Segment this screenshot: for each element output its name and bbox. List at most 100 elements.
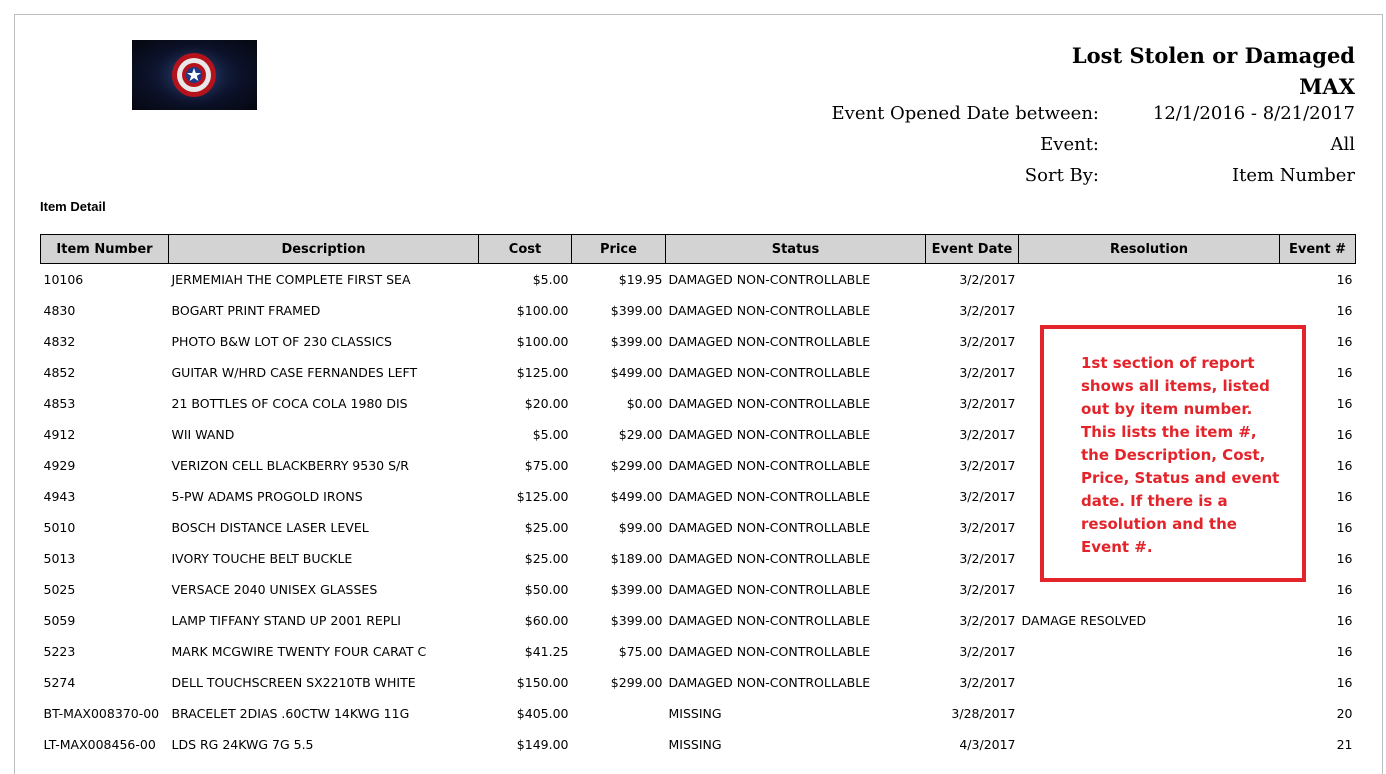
cell-cost: $20.00	[524, 396, 569, 411]
cell-item-number: 5274	[43, 675, 76, 690]
cell-resolution	[1019, 667, 1280, 698]
cell-event-date: 3/2/2017	[959, 489, 1016, 504]
cell-cost: $25.00	[524, 551, 569, 566]
cell-status: DAMAGED NON-CONTROLLABLE	[668, 396, 871, 411]
cell-event-number: 16	[1336, 675, 1353, 690]
event-value: All	[1330, 134, 1355, 155]
cell-cost: $50.00	[524, 582, 569, 597]
cell-event-date: 3/2/2017	[959, 365, 1016, 380]
cell-description: GUITAR W/HRD CASE FERNANDES LEFT	[171, 365, 418, 380]
cell-cost: $125.00	[516, 489, 569, 504]
cell-event-date: 4/3/2017	[959, 737, 1016, 752]
cell-description: PHOTO B&W LOT OF 230 CLASSICS	[171, 334, 392, 349]
shield-logo-icon	[132, 40, 257, 110]
cell-description: IVORY TOUCHE BELT BUCKLE	[171, 551, 353, 566]
cell-cost: $25.00	[524, 520, 569, 535]
cell-item-number: 5059	[43, 613, 76, 628]
cell-cost: $41.25	[524, 644, 569, 659]
event-label: Event:	[1040, 134, 1099, 155]
cell-status: DAMAGED NON-CONTROLLABLE	[668, 675, 871, 690]
cell-resolution: DAMAGE RESOLVED	[1021, 613, 1147, 628]
header-cost: Cost	[478, 234, 572, 264]
event-opened-value: 12/1/2016 - 8/21/2017	[1152, 103, 1355, 124]
cell-status: DAMAGED NON-CONTROLLABLE	[668, 303, 871, 318]
cell-description: DELL TOUCHSCREEN SX2210TB WHITE	[171, 675, 416, 690]
cell-resolution	[1019, 636, 1280, 667]
cell-description: BOSCH DISTANCE LASER LEVEL	[171, 520, 369, 535]
cell-status: DAMAGED NON-CONTROLLABLE	[668, 520, 871, 535]
cell-event-date: 3/2/2017	[959, 458, 1016, 473]
cell-item-number: 5013	[43, 551, 76, 566]
cell-item-number: 4830	[43, 303, 76, 318]
cell-price: $499.00	[610, 489, 663, 504]
cell-status: DAMAGED NON-CONTROLLABLE	[668, 458, 871, 473]
cell-event-date: 3/28/2017	[951, 706, 1016, 721]
cell-item-number: 4852	[43, 365, 76, 380]
table-row: LT-MAX008456-00 LDS RG 24KWG 7G 5.5 $149.0…	[41, 729, 1356, 760]
cell-description: 5-PW ADAMS PROGOLD IRONS	[171, 489, 363, 504]
cell-item-number: 10106	[43, 272, 84, 287]
header-item-number: Item Number	[40, 234, 169, 264]
cell-event-date: 3/2/2017	[959, 551, 1016, 566]
cell-price: $189.00	[610, 551, 663, 566]
header-resolution: Resolution	[1018, 234, 1280, 264]
cell-event-date: 3/2/2017	[959, 334, 1016, 349]
cell-price	[572, 698, 666, 729]
cell-event-number: 16	[1336, 303, 1353, 318]
header-description: Description	[168, 234, 479, 264]
sort-by-label: Sort By:	[1024, 165, 1099, 186]
cell-cost: $100.00	[516, 303, 569, 318]
event-opened-label: Event Opened Date between:	[831, 103, 1099, 124]
cell-description: BRACELET 2DIAS .60CTW 14KWG 11G	[171, 706, 410, 721]
cell-price: $399.00	[610, 613, 663, 628]
table-row: BT-MAX008370-00 BRACELET 2DIAS .60CTW 14K…	[41, 698, 1356, 729]
cell-event-date: 3/2/2017	[959, 675, 1016, 690]
cell-item-number: 4912	[43, 427, 76, 442]
annotation-callout: 1st section of report shows all items, l…	[1040, 325, 1306, 582]
cell-cost: $75.00	[524, 458, 569, 473]
header-event-number: Event #	[1279, 234, 1356, 264]
header-price: Price	[571, 234, 666, 264]
cell-price: $75.00	[618, 644, 663, 659]
cell-price: $399.00	[610, 334, 663, 349]
cell-price: $99.00	[618, 520, 663, 535]
cell-description: LDS RG 24KWG 7G 5.5	[171, 737, 314, 752]
cell-resolution	[1019, 698, 1280, 729]
cell-event-date: 3/2/2017	[959, 427, 1016, 442]
cell-cost: $149.00	[516, 737, 569, 752]
cell-event-date: 3/2/2017	[959, 303, 1016, 318]
cell-event-date: 3/2/2017	[959, 582, 1016, 597]
cell-description: BOGART PRINT FRAMED	[171, 303, 321, 318]
header-event-date: Event Date	[925, 234, 1019, 264]
report-title: Lost Stolen or Damaged MAX	[1072, 40, 1355, 102]
cell-price: $399.00	[610, 303, 663, 318]
table-row: 10106 JERMEMIAH THE COMPLETE FIRST SEA $5.…	[41, 264, 1356, 296]
cell-cost: $125.00	[516, 365, 569, 380]
section-title: Item Detail	[40, 199, 106, 214]
table-row: 5223 MARK MCGWIRE TWENTY FOUR CARAT C $41.…	[41, 636, 1356, 667]
cell-event-number: 16	[1336, 272, 1353, 287]
cell-status: DAMAGED NON-CONTROLLABLE	[668, 427, 871, 442]
cell-description: VERSACE 2040 UNISEX GLASSES	[171, 582, 378, 597]
cell-resolution	[1019, 729, 1280, 760]
cell-status: DAMAGED NON-CONTROLLABLE	[668, 334, 871, 349]
table-row: 5274 DELL TOUCHSCREEN SX2210TB WHITE $150.…	[41, 667, 1356, 698]
cell-item-number: 5223	[43, 644, 76, 659]
cell-price: $499.00	[610, 365, 663, 380]
cell-price: $19.95	[618, 272, 663, 287]
cell-status: MISSING	[668, 706, 722, 721]
cell-cost: $5.00	[532, 272, 569, 287]
cell-description: LAMP TIFFANY STAND UP 2001 REPLI	[171, 613, 401, 628]
cell-price: $399.00	[610, 582, 663, 597]
cell-status: DAMAGED NON-CONTROLLABLE	[668, 272, 871, 287]
cell-price: $29.00	[618, 427, 663, 442]
cell-status: MISSING	[668, 737, 722, 752]
cell-event-date: 3/2/2017	[959, 644, 1016, 659]
cell-status: DAMAGED NON-CONTROLLABLE	[668, 365, 871, 380]
annotation-callout-text: 1st section of report shows all items, l…	[1081, 354, 1280, 556]
cell-description: VERIZON CELL BLACKBERRY 9530 S/R	[171, 458, 409, 473]
cell-cost: $5.00	[532, 427, 569, 442]
cell-item-number: 5025	[43, 582, 76, 597]
cell-event-number: 21	[1336, 737, 1353, 752]
cell-description: WII WAND	[171, 427, 235, 442]
